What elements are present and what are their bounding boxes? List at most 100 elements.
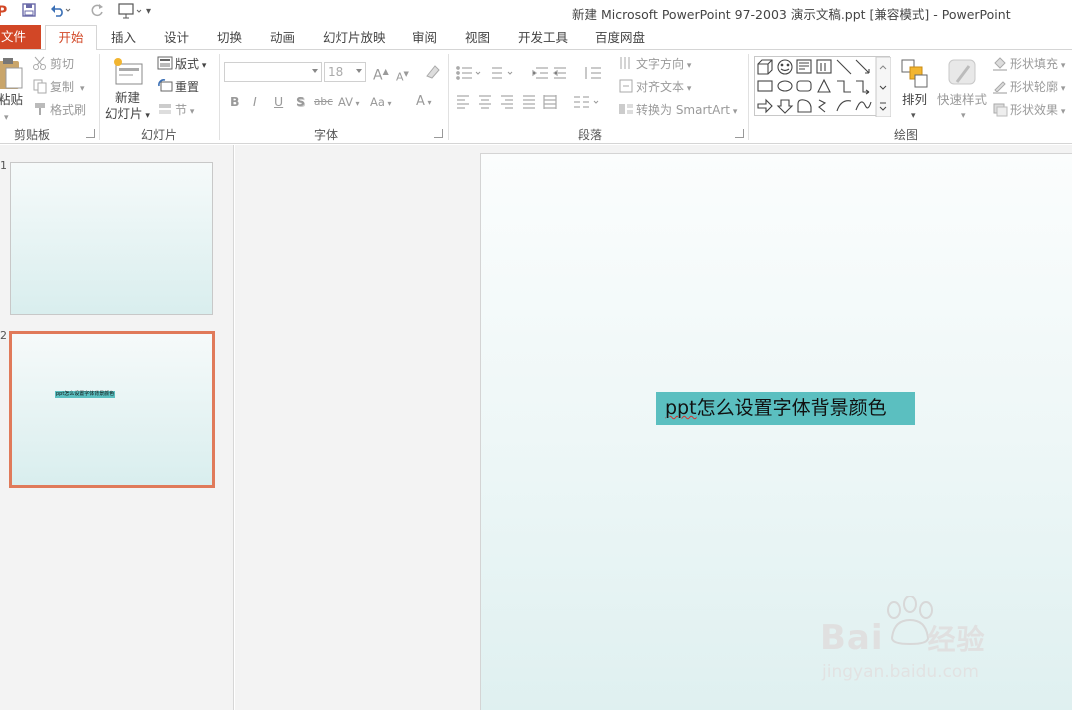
cut-button[interactable]: 剪切: [32, 54, 74, 74]
paint-bucket-icon: [992, 55, 1008, 71]
quick-styles-icon[interactable]: [947, 58, 979, 88]
slide-thumbnails-pane[interactable]: 1 2 ppt怎么设置字体背景颜色: [0, 145, 234, 710]
section-icon: [157, 101, 173, 117]
clear-formatting-icon[interactable]: [423, 62, 441, 82]
format-painter-button[interactable]: 格式刷: [32, 100, 86, 120]
watermark-url: jingyan.baidu.com: [822, 662, 979, 682]
paragraph-launcher-icon[interactable]: [735, 129, 744, 138]
text-direction-icon: [618, 55, 634, 71]
text-direction-button[interactable]: 文字方向 ▾: [618, 54, 691, 74]
layout-button[interactable]: 版式 ▾: [157, 54, 206, 74]
copy-button[interactable]: 复制 ▾: [32, 77, 85, 97]
align-text-icon: [618, 78, 634, 94]
drawing-group-label: 绘图: [894, 128, 919, 142]
layout-icon: [157, 55, 173, 71]
shape-effects-button[interactable]: 形状效果 ▾: [992, 100, 1065, 120]
reset-label: 重置: [175, 80, 200, 94]
paste-button[interactable]: 粘贴: [0, 90, 23, 110]
tab-view[interactable]: 视图: [465, 27, 490, 49]
layout-label: 版式: [175, 57, 200, 71]
powerpoint-window: P ▾ 新建 Microsoft PowerPoint 97-2003 演示文稿…: [0, 0, 1072, 710]
pencil-icon: [992, 78, 1008, 94]
strikethrough-button[interactable]: abc: [314, 93, 333, 111]
paste-icon[interactable]: [0, 56, 24, 92]
shapes-gallery[interactable]: [754, 56, 892, 118]
shadow-button[interactable]: S: [296, 93, 305, 111]
arrange-icon[interactable]: [900, 58, 930, 88]
slide-thumbnail-selected[interactable]: ppt怎么设置字体背景颜色: [9, 331, 215, 488]
new-slide-icon[interactable]: [112, 56, 144, 88]
tab-file[interactable]: 文件: [0, 25, 41, 49]
title-bar: P ▾ 新建 Microsoft PowerPoint 97-2003 演示文稿…: [0, 0, 1072, 24]
window-title: 新建 Microsoft PowerPoint 97-2003 演示文稿.ppt…: [572, 7, 1011, 22]
tab-insert[interactable]: 插入: [111, 27, 136, 49]
font-group-label: 字体: [314, 128, 339, 142]
ribbon-tabs: 文件 开始 插入 设计 切换 动画 幻灯片放映 审阅 视图 开发工具 百度网盘: [0, 24, 1072, 51]
reset-icon: [157, 78, 173, 94]
tab-home[interactable]: 开始: [45, 25, 97, 51]
copy-label: 复制: [50, 80, 75, 94]
copy-icon: [32, 78, 48, 94]
grow-font-button[interactable]: A▲: [373, 62, 389, 84]
clipboard-launcher-icon[interactable]: [86, 129, 95, 138]
tab-review[interactable]: 审阅: [412, 27, 437, 49]
arrange-dropdown-icon[interactable]: ▾: [911, 106, 916, 126]
slides-group-label: 幻灯片: [141, 128, 178, 142]
quick-styles-dropdown-icon[interactable]: ▾: [961, 106, 966, 126]
tab-transitions[interactable]: 切换: [217, 27, 242, 49]
shrink-font-button[interactable]: A▼: [396, 64, 409, 84]
tab-animations[interactable]: 动画: [270, 27, 295, 49]
shape-effects-icon: [992, 101, 1008, 117]
font-size-value: 18: [328, 65, 344, 79]
group-separator: [219, 54, 220, 140]
undo-icon[interactable]: [50, 3, 72, 21]
font-launcher-icon[interactable]: [434, 129, 443, 138]
underline-button[interactable]: U: [274, 93, 283, 111]
new-slide-button[interactable]: 幻灯片 ▾: [105, 104, 150, 124]
align-text-button[interactable]: 对齐文本 ▾: [618, 77, 691, 97]
italic-button[interactable]: I: [253, 93, 257, 111]
tab-design[interactable]: 设计: [164, 27, 189, 49]
tab-developer[interactable]: 开发工具: [518, 27, 568, 49]
shape-outline-button[interactable]: 形状轮廓 ▾: [992, 77, 1065, 97]
tab-slideshow[interactable]: 幻灯片放映: [323, 27, 386, 49]
misspelled-word: ppt: [665, 397, 697, 419]
scissors-icon: [32, 55, 48, 71]
redo-icon[interactable]: [90, 3, 104, 21]
tab-baidu-netdisk[interactable]: 百度网盘: [595, 27, 645, 49]
alignment-buttons: [456, 94, 606, 110]
app-icon: P: [0, 4, 8, 20]
baidu-jingyan-watermark: Bai 经验 jingyan.baidu.com: [820, 596, 1020, 688]
slide-textbox[interactable]: ppt怎么设置字体背景颜色: [656, 392, 915, 425]
font-size-dropdown[interactable]: 18: [324, 62, 366, 82]
start-slideshow-icon[interactable]: [118, 3, 148, 21]
paste-dropdown-icon[interactable]: ▾: [4, 108, 9, 128]
slide-thumbnail[interactable]: [10, 162, 213, 315]
chevron-down-icon: [312, 69, 318, 73]
ribbon-home: 粘贴 ▾ 剪切 复制 ▾ 格式刷 剪贴板 新建 幻灯片 ▾ 版式 ▾ 重置 节 ▾…: [0, 50, 1072, 144]
character-spacing-button[interactable]: AV ▾: [338, 93, 360, 111]
group-separator: [448, 54, 449, 140]
cut-label: 剪切: [50, 57, 75, 71]
list-buttons: [456, 64, 606, 82]
section-button[interactable]: 节 ▾: [157, 100, 194, 120]
save-icon[interactable]: [22, 3, 36, 21]
font-color-button[interactable]: A ▾: [416, 93, 431, 111]
customize-qat-icon[interactable]: ▾: [146, 3, 151, 21]
convert-smartart-button[interactable]: 转换为 SmartArt ▾: [618, 100, 737, 120]
textbox-cjk-text: 怎么设置字体背景颜色: [696, 397, 887, 419]
new-slide-label-2: 幻灯片: [105, 106, 143, 121]
chevron-down-icon: [356, 69, 362, 73]
format-painter-label: 格式刷: [50, 103, 87, 117]
shape-fill-button[interactable]: 形状填充 ▾: [992, 54, 1065, 74]
reset-button[interactable]: 重置: [157, 77, 199, 97]
section-label: 节: [175, 103, 188, 117]
font-name-dropdown[interactable]: [224, 62, 322, 82]
bold-button[interactable]: B: [230, 93, 240, 111]
thumbnail-number: 2: [0, 329, 7, 342]
watermark-brand: Bai 经验: [820, 618, 986, 658]
clipboard-group-label: 剪贴板: [14, 128, 51, 142]
paragraph-group-label: 段落: [578, 128, 603, 142]
change-case-button[interactable]: Aa ▾: [370, 93, 391, 111]
smartart-icon: [618, 101, 634, 117]
